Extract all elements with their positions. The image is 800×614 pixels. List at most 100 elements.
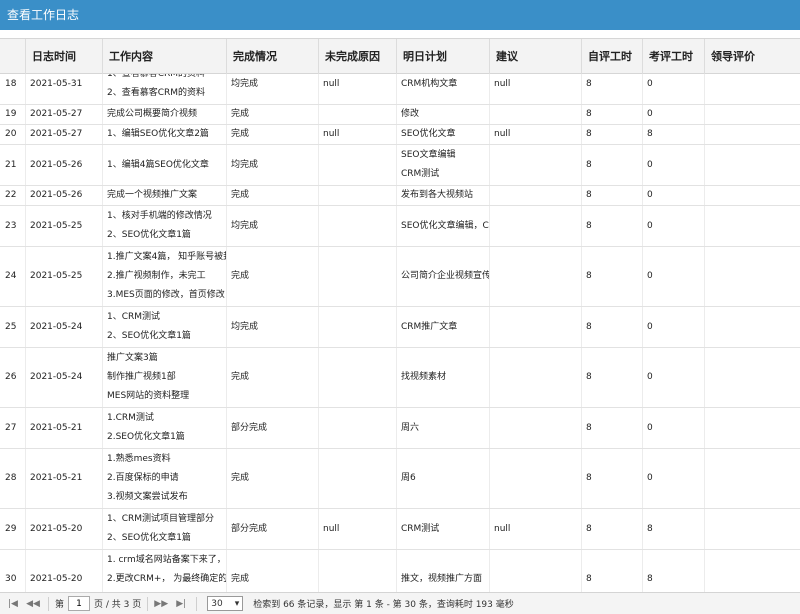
- cell-text: 0: [647, 109, 653, 119]
- cell-completion-status: 完成: [226, 125, 318, 144]
- col-header-review-hours[interactable]: 考评工时: [642, 39, 704, 75]
- cell-text: null: [323, 523, 340, 534]
- cell-work-content: 1、CRM测试 2、SEO优化文章1篇: [102, 307, 226, 347]
- cell-incomplete-reason: [318, 206, 396, 246]
- cell-work-content: 1、核对手机端的修改情况 2、SEO优化文章1篇: [102, 206, 226, 246]
- cell-completion-status: 均完成: [226, 74, 318, 104]
- cell-review-hours: 0: [642, 105, 704, 124]
- cell-text: 完成: [231, 190, 250, 200]
- col-header-advice[interactable]: 建议: [489, 39, 581, 75]
- cell-self-hours: 8: [581, 449, 642, 508]
- cell-advice: [489, 105, 581, 124]
- cell-completion-status: 均完成: [226, 206, 318, 246]
- cell-incomplete-reason: [318, 307, 396, 347]
- table-row[interactable]: 25 2021-05-24 1、CRM测试 2、SEO优化文章1篇 均完成 CRM推广文章…: [0, 307, 800, 348]
- cell-text: 完成一个视频推广文案: [107, 190, 198, 200]
- cell-text: SEO优化文章编辑，C: [401, 220, 489, 231]
- cell-row-index: 18: [0, 74, 25, 104]
- cell-text: 1.CRM测试: [107, 413, 154, 423]
- cell-text: 8: [586, 372, 592, 382]
- cell-tomorrow-plan: 公司简介企业视频宣传: [396, 247, 489, 306]
- cell-text: 均完成: [231, 220, 259, 231]
- table-row[interactable]: 27 2021-05-21 1.CRM测试 2.SEO优化文章1篇 部分完成 周六 8 0: [0, 408, 800, 449]
- cell-log-date: 2021-05-25: [25, 206, 102, 246]
- cell-self-hours: 8: [581, 408, 642, 448]
- cell-incomplete-reason: [318, 105, 396, 124]
- cell-advice: [489, 307, 581, 347]
- cell-text: 8: [586, 220, 592, 231]
- cell-text: 2021-05-26: [30, 190, 83, 200]
- cell-text: 8: [647, 523, 653, 534]
- cell-text: 2021-05-24: [30, 321, 83, 332]
- cell-log-date: 2021-05-26: [25, 145, 102, 185]
- cell-text: 推广文案3篇: [107, 353, 158, 363]
- table-row[interactable]: 20 2021-05-27 1、编辑SEO优化文章2篇 完成 null SEO优化文章 nu…: [0, 125, 800, 145]
- table-row[interactable]: 24 2021-05-25 1.推广文案4篇， 知乎账号被封 2.推广视频制作，未完工…: [0, 247, 800, 307]
- window-title-bar: 查看工作日志: [0, 0, 800, 30]
- table-row[interactable]: 21 2021-05-26 1、编辑4篇SEO优化文章 均完成 SEO文章编辑 CRM测试…: [0, 145, 800, 186]
- cell-log-date: 2021-05-25: [25, 247, 102, 306]
- col-header-content[interactable]: 工作内容: [102, 39, 226, 75]
- cell-text: 0: [647, 271, 653, 281]
- page-size-select[interactable]: 30 ▾: [207, 596, 244, 611]
- cell-text: 0: [647, 473, 653, 483]
- cell-work-content: 1、CRM测试项目管理部分 2、SEO优化文章1篇: [102, 509, 226, 549]
- cell-text: 3.MES页面的修改，首页修改: [107, 290, 225, 300]
- cell-completion-status: 部分完成: [226, 509, 318, 549]
- cell-advice: [489, 449, 581, 508]
- col-header-leader-comment[interactable]: 领导评价: [704, 39, 800, 75]
- cell-text: 2、SEO优化文章1篇: [107, 533, 191, 543]
- cell-review-hours: 8: [642, 550, 704, 592]
- cell-completion-status: 完成: [226, 247, 318, 306]
- first-page-icon[interactable]: |◀: [6, 597, 20, 611]
- cell-incomplete-reason: [318, 348, 396, 407]
- cell-row-index: 28: [0, 449, 25, 508]
- table-row[interactable]: 22 2021-05-26 完成一个视频推广文案 完成 发布到各大视频站 8 0: [0, 186, 800, 206]
- cell-log-date: 2021-05-24: [25, 348, 102, 407]
- cell-text: 1、CRM测试项目管理部分: [107, 514, 215, 524]
- col-header-status[interactable]: 完成情况: [226, 39, 318, 75]
- col-header-reason[interactable]: 未完成原因: [318, 39, 396, 75]
- cell-leader-comment: [704, 247, 800, 306]
- table-row[interactable]: 18 2021-05-31 1、查看慕客CRM的资料 2、查看慕客CRM的资料 均完成 n…: [0, 74, 800, 105]
- cell-row-index: 22: [0, 186, 25, 205]
- table-row[interactable]: 28 2021-05-21 1.熟悉mes资料 2.百度保标的申请 3.视频文案尝试发布…: [0, 449, 800, 509]
- col-header-plan[interactable]: 明日计划: [396, 39, 489, 75]
- cell-review-hours: 0: [642, 186, 704, 205]
- table-row[interactable]: 30 2021-05-20 1. crm域名网站备案下来了，备 2.更改CRM+， 为…: [0, 550, 800, 592]
- cell-incomplete-reason: [318, 186, 396, 205]
- cell-row-index: 25: [0, 307, 25, 347]
- cell-tomorrow-plan: CRM推广文章: [396, 307, 489, 347]
- cell-work-content: 1. crm域名网站备案下来了，备2.更改CRM+， 为最终确定的3.发推广文案…: [102, 550, 226, 592]
- grid-header: 日志时间 工作内容 完成情况 未完成原因 明日计划 建议 自评工时 考评工时 领…: [0, 38, 800, 75]
- col-header-date[interactable]: 日志时间: [25, 39, 102, 75]
- cell-text: 制作推广视频1部: [107, 372, 176, 382]
- page-number-input[interactable]: [68, 596, 91, 611]
- cell-self-hours: 8: [581, 74, 642, 104]
- cell-text: CRM推广文章: [401, 321, 458, 332]
- cell-text: 1、查看慕客CRM的资料: [107, 74, 206, 79]
- table-row[interactable]: 26 2021-05-24 推广文案3篇 制作推广视频1部 MES网站的资料整理 完成 找视…: [0, 348, 800, 408]
- cell-text: 8: [586, 523, 592, 534]
- cell-review-hours: 0: [642, 408, 704, 448]
- cell-text: 21: [5, 159, 17, 170]
- cell-text: 均完成: [231, 78, 259, 89]
- table-row[interactable]: 23 2021-05-25 1、核对手机端的修改情况 2、SEO优化文章1篇 均完成 SE…: [0, 206, 800, 247]
- col-header-self-hours[interactable]: 自评工时: [581, 39, 642, 75]
- chevron-down-icon: ▾: [234, 598, 240, 609]
- cell-work-content: 1、编辑SEO优化文章2篇: [102, 125, 226, 144]
- table-row[interactable]: 19 2021-05-27 完成公司概要简介视频 完成 修改 8 0: [0, 105, 800, 125]
- cell-text: 发布到各大视频站: [401, 190, 474, 200]
- page-size-value: 30: [211, 598, 223, 609]
- cell-text: 24: [5, 271, 17, 281]
- next-page-icon[interactable]: ▶▶: [154, 597, 168, 611]
- page-total-label: 页 / 共 3 页: [94, 600, 142, 610]
- cell-completion-status: 完成: [226, 105, 318, 124]
- table-row[interactable]: 29 2021-05-20 1、CRM测试项目管理部分 2、SEO优化文章1篇 部分完成…: [0, 509, 800, 550]
- prev-page-icon[interactable]: ◀◀: [26, 597, 40, 611]
- cell-row-index: 19: [0, 105, 25, 124]
- cell-incomplete-reason: null: [318, 74, 396, 104]
- cell-text: 部分完成: [231, 523, 268, 534]
- last-page-icon[interactable]: ▶|: [174, 597, 188, 611]
- grid-body[interactable]: 18 2021-05-31 1、查看慕客CRM的资料 2、查看慕客CRM的资料 均完成 n…: [0, 74, 800, 592]
